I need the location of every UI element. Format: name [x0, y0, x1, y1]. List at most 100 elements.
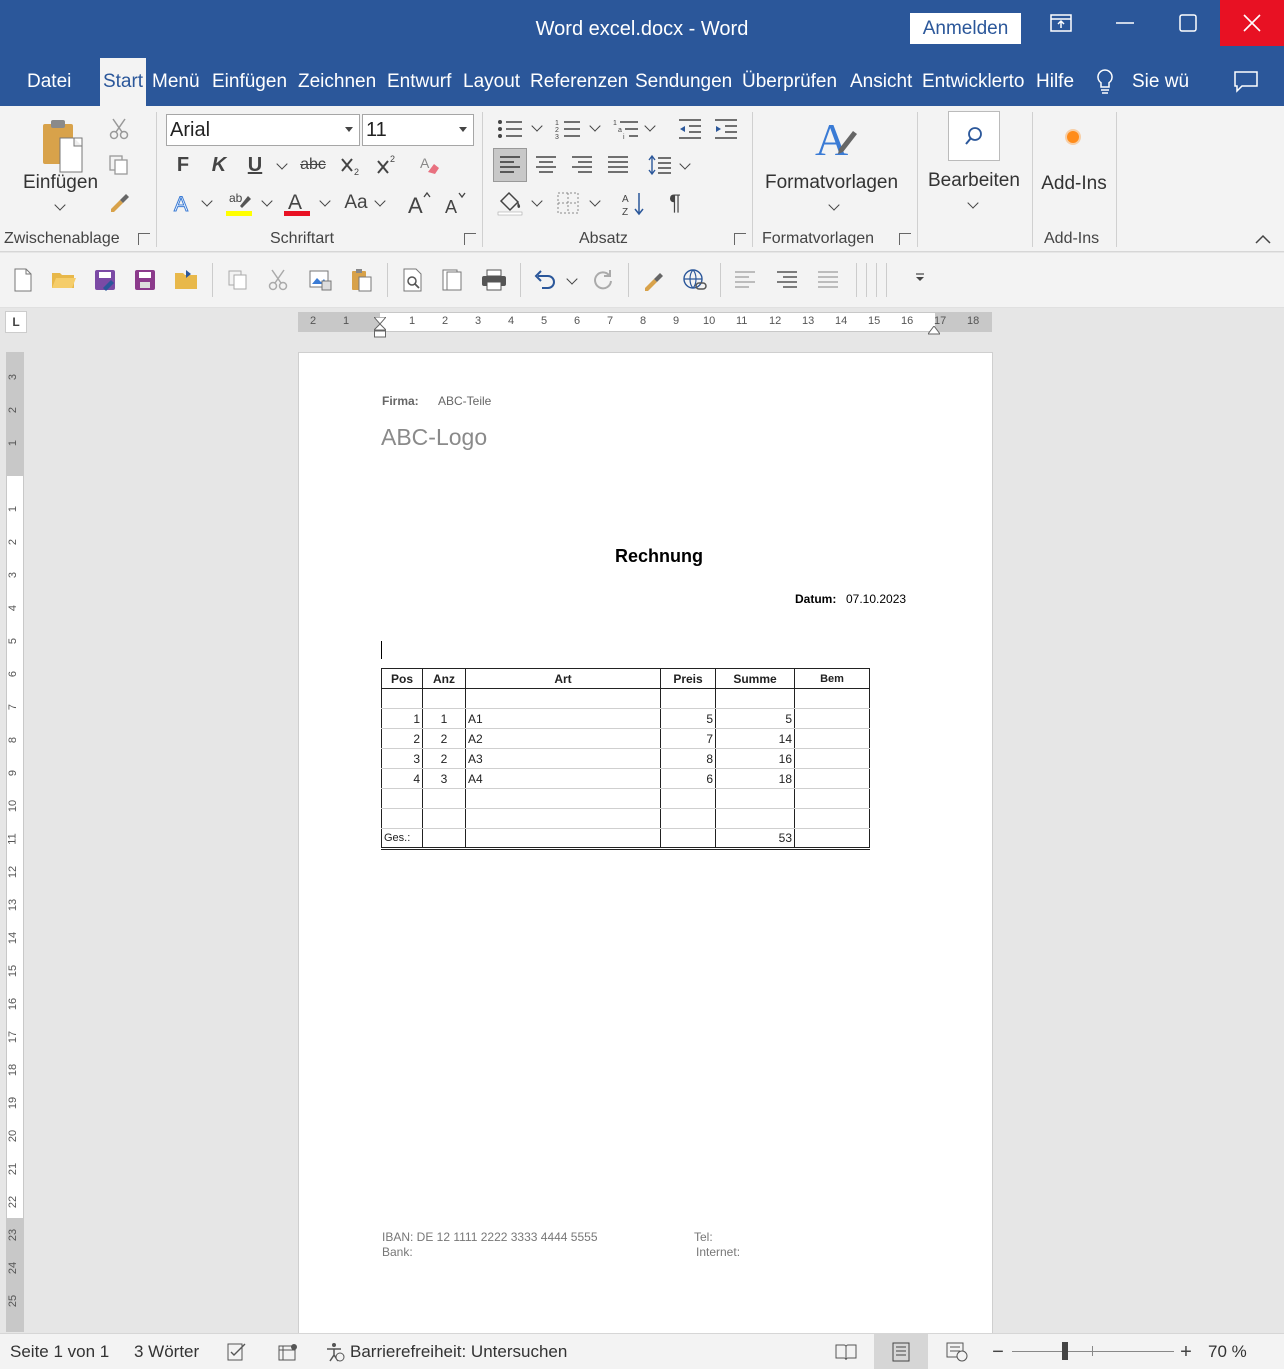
- styles-dropdown-icon[interactable]: [828, 199, 840, 211]
- table-row[interactable]: 1 1 A1 5 5: [381, 708, 870, 729]
- tab-layout[interactable]: Layout: [463, 58, 520, 106]
- cell-summe[interactable]: 14: [715, 728, 795, 749]
- styles-launcher-icon[interactable]: [899, 233, 911, 245]
- copy-icon[interactable]: [225, 267, 251, 293]
- line-spacing-icon[interactable]: [646, 152, 674, 178]
- styles-label[interactable]: Formatvorlagen: [765, 172, 898, 194]
- editing-label[interactable]: Bearbeiten: [928, 170, 1020, 192]
- signin-button[interactable]: Anmelden: [910, 13, 1021, 44]
- bullets-icon[interactable]: [496, 116, 524, 142]
- cell-pos[interactable]: 3: [381, 748, 423, 769]
- zoom-slider[interactable]: [1012, 1342, 1174, 1360]
- ribbon-display-options-icon[interactable]: [1029, 0, 1093, 46]
- total-label[interactable]: Ges.:: [381, 828, 423, 849]
- cell-preis[interactable]: 7: [660, 728, 716, 749]
- print-icon[interactable]: [480, 267, 508, 293]
- cell-preis[interactable]: 6: [660, 768, 716, 789]
- cell-bem[interactable]: [794, 708, 870, 729]
- comments-icon[interactable]: [1233, 70, 1259, 94]
- increase-indent-icon[interactable]: [712, 116, 740, 142]
- highlight-color-icon[interactable]: ab: [226, 188, 254, 218]
- cell-art[interactable]: A4: [465, 768, 661, 789]
- zoom-slider-thumb[interactable]: [1062, 1342, 1069, 1360]
- cell-bem[interactable]: [794, 748, 870, 769]
- tab-ansicht[interactable]: Ansicht: [850, 58, 912, 106]
- tab-hilfe[interactable]: Hilfe: [1036, 58, 1074, 106]
- font-size-combo[interactable]: 11: [362, 114, 474, 146]
- justify-icon[interactable]: [604, 152, 632, 178]
- table-row[interactable]: 2 2 A2 7 14: [381, 728, 870, 749]
- format-painter-icon[interactable]: [640, 267, 666, 293]
- bullets-dropdown-icon[interactable]: [531, 120, 543, 132]
- minimize-icon[interactable]: [1093, 0, 1157, 46]
- zoom-level[interactable]: 70 %: [1208, 1342, 1247, 1362]
- vertical-ruler[interactable]: 3 2 1 1 2 3 4 5 6 7 8 9 10 11 12 13 14 15 16 17 18 19 20 21 22 23…: [6, 352, 24, 1332]
- cell-summe[interactable]: 18: [715, 768, 795, 789]
- tab-zeichnen[interactable]: Zeichnen: [298, 58, 376, 106]
- copy-icon[interactable]: [106, 152, 132, 178]
- tab-entwurf[interactable]: Entwurf: [387, 58, 451, 106]
- cell-anz[interactable]: 3: [422, 768, 466, 789]
- addins-label[interactable]: Add-Ins: [1036, 172, 1112, 196]
- superscript-icon[interactable]: 2: [374, 152, 400, 178]
- macro-recording-icon[interactable]: [277, 1342, 299, 1362]
- justify-icon[interactable]: [815, 267, 841, 293]
- total-value[interactable]: 53: [715, 828, 795, 849]
- cell-anz[interactable]: 2: [422, 728, 466, 749]
- lightbulb-icon[interactable]: [1094, 68, 1116, 96]
- cell-art[interactable]: A1: [465, 708, 661, 729]
- show-formatting-marks-icon[interactable]: ¶: [662, 190, 688, 216]
- bold-button[interactable]: F: [170, 152, 196, 178]
- tell-me-search[interactable]: Sie wü: [1132, 58, 1192, 106]
- cell-anz[interactable]: 1: [422, 708, 466, 729]
- cell-preis[interactable]: 5: [660, 708, 716, 729]
- table-row[interactable]: 3 2 A3 8 16: [381, 748, 870, 769]
- table-total-row[interactable]: Ges.: 53: [381, 828, 870, 849]
- cell-pos[interactable]: 4: [381, 768, 423, 789]
- cut-icon[interactable]: [265, 267, 291, 293]
- tab-ueberpruefen[interactable]: Überprüfen: [742, 58, 837, 106]
- cell-anz[interactable]: 2: [422, 748, 466, 769]
- read-mode-icon[interactable]: [834, 1341, 858, 1363]
- collapse-ribbon-icon[interactable]: [1253, 232, 1273, 246]
- tab-menue[interactable]: Menü: [152, 58, 200, 106]
- tab-entwicklertools[interactable]: Entwicklerto: [922, 58, 1024, 106]
- tab-einfuegen[interactable]: Einfügen: [212, 58, 287, 106]
- web-layout-icon[interactable]: [945, 1341, 969, 1363]
- tab-start[interactable]: Start: [100, 58, 146, 106]
- paste-icon[interactable]: [348, 267, 374, 293]
- invoice-table[interactable]: Pos Anz Art Preis Summe Bem 1 1 A1 5 5 2…: [381, 668, 870, 850]
- shading-dropdown-icon[interactable]: [531, 195, 543, 207]
- maximize-icon[interactable]: [1156, 0, 1220, 46]
- underline-dropdown-icon[interactable]: [276, 158, 288, 170]
- cell-summe[interactable]: 16: [715, 748, 795, 769]
- multilevel-dropdown-icon[interactable]: [644, 120, 656, 132]
- format-painter-icon[interactable]: [106, 188, 132, 214]
- word-count[interactable]: 3 Wörter: [134, 1342, 199, 1362]
- paste-label[interactable]: Einfügen: [23, 172, 98, 194]
- line-spacing-dropdown-icon[interactable]: [679, 158, 691, 170]
- print-preview-icon[interactable]: [400, 267, 426, 293]
- font-color-dropdown-icon[interactable]: [319, 195, 331, 207]
- shading-icon[interactable]: [496, 188, 526, 218]
- undo-dropdown-icon[interactable]: [566, 273, 578, 285]
- editing-dropdown-icon[interactable]: [967, 197, 979, 209]
- text-effects-icon[interactable]: A: [170, 190, 196, 216]
- cell-bem[interactable]: [794, 768, 870, 789]
- align-center-icon[interactable]: [532, 152, 560, 178]
- italic-button[interactable]: K: [206, 152, 232, 178]
- cell-art[interactable]: A2: [465, 728, 661, 749]
- search-icon[interactable]: [948, 111, 1000, 161]
- zoom-in-icon[interactable]: +: [1176, 1341, 1196, 1363]
- align-right-icon[interactable]: [568, 152, 596, 178]
- clear-formatting-icon[interactable]: A: [416, 152, 444, 178]
- tab-referenzen[interactable]: Referenzen: [530, 58, 628, 106]
- tab-selector-icon[interactable]: L: [5, 311, 27, 333]
- styles-icon[interactable]: A: [810, 112, 862, 164]
- tab-datei[interactable]: Datei: [27, 58, 71, 106]
- right-indent-icon[interactable]: [927, 323, 941, 335]
- cell-summe[interactable]: 5: [715, 708, 795, 729]
- change-case-icon[interactable]: Aa: [340, 190, 372, 216]
- document-page[interactable]: Firma: ABC-Teile ABC-Logo Rechnung Datum…: [299, 353, 992, 1333]
- borders-icon[interactable]: [554, 190, 582, 216]
